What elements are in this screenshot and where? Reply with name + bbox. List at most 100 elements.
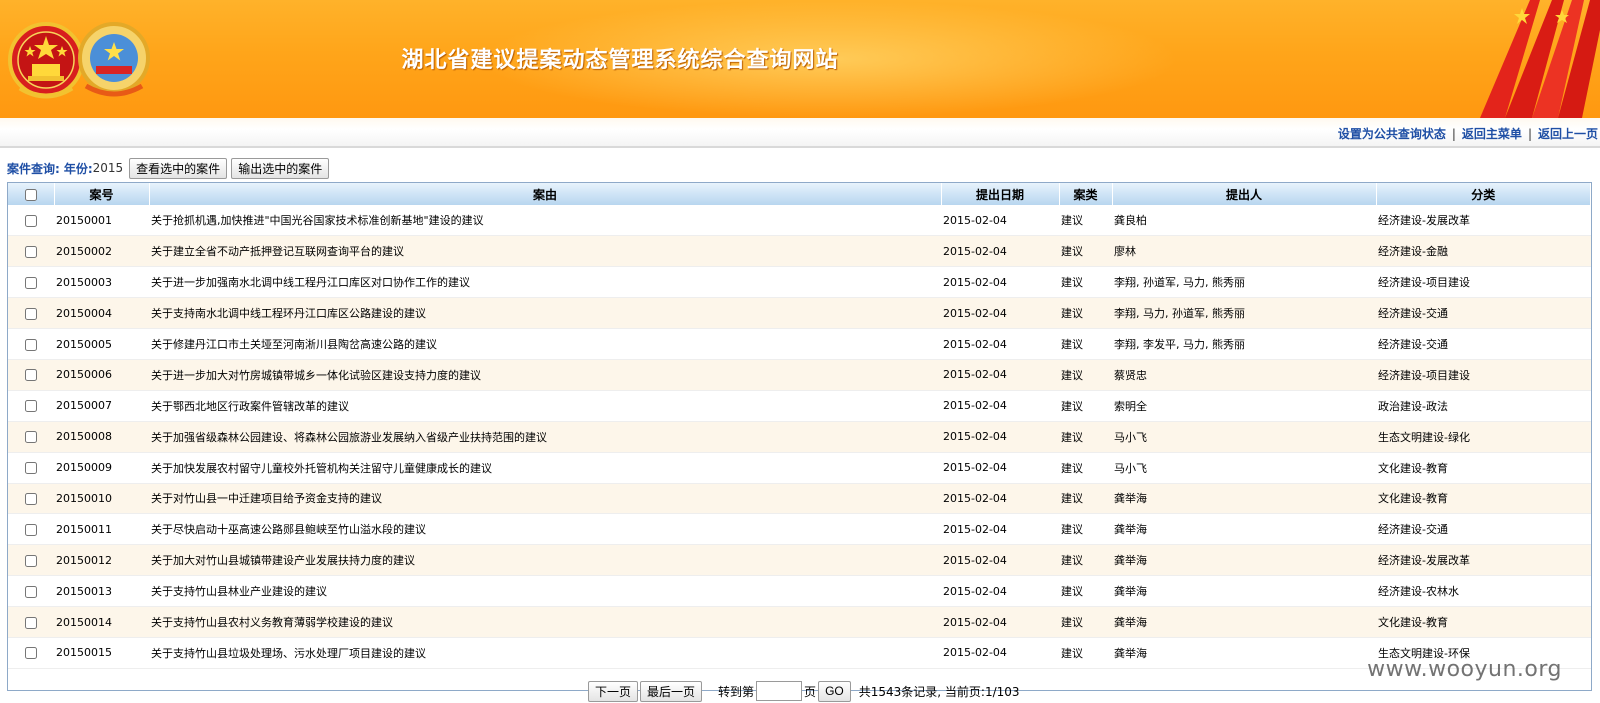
table-row[interactable]: 20150014 关于支持竹山县农村义务教育薄弱学校建设的建议 2015-02-04…	[8, 606, 1591, 638]
category-cell: 经济建设-发展改革	[1376, 205, 1591, 237]
row-select-checkbox[interactable]	[25, 647, 37, 660]
row-select-checkbox[interactable]	[25, 214, 37, 227]
back-to-previous-page-link[interactable]: 返回上一页	[1538, 127, 1598, 141]
row-select-checkbox[interactable]	[25, 338, 37, 351]
case-number-cell: 20150001	[54, 205, 149, 237]
column-header-date[interactable]: 提出日期	[941, 183, 1060, 205]
column-header-type[interactable]: 案类	[1059, 183, 1113, 205]
subject-cell[interactable]: 关于建立全省不动产抵押登记互联网查询平台的建议	[149, 235, 941, 268]
row-select-cell	[8, 205, 54, 237]
column-header-category[interactable]: 分类	[1376, 183, 1591, 205]
subject-cell[interactable]: 关于进一步加大对竹房城镇带城乡一体化试验区建设支持力度的建议	[149, 359, 941, 391]
set-public-query-link[interactable]: 设置为公共查询状态	[1338, 127, 1446, 141]
row-select-checkbox[interactable]	[25, 616, 37, 629]
table-row[interactable]: 20150006 关于进一步加大对竹房城镇带城乡一体化试验区建设支持力度的建议 20…	[8, 359, 1591, 391]
table-row[interactable]: 20150001 关于抢抓机遇,加快推进"中国光谷国家技术标准创新基地"建设的建议…	[8, 205, 1591, 237]
row-select-checkbox[interactable]	[25, 585, 37, 598]
subject-cell[interactable]: 关于加强省级森林公园建设、将森林公园旅游业发展纳入省级产业扶持范围的建议	[149, 421, 941, 453]
select-all-checkbox[interactable]	[24, 188, 37, 201]
row-select-checkbox[interactable]	[25, 431, 37, 444]
category-cell: 经济建设-交通	[1376, 513, 1591, 546]
last-page-button[interactable]: 最后一页	[640, 680, 703, 702]
table-row[interactable]: 20150007 关于鄂西北地区行政案件管辖改革的建议 2015-02-04 建议 索明…	[8, 390, 1591, 422]
subject-cell[interactable]: 关于支持竹山县林业产业建设的建议	[149, 575, 941, 608]
column-header-case-no[interactable]: 案号	[54, 183, 150, 205]
row-select-checkbox[interactable]	[25, 462, 37, 475]
date-cell: 2015-02-04	[941, 266, 1059, 299]
back-to-main-menu-link[interactable]: 返回主菜单	[1462, 127, 1522, 141]
row-select-cell	[8, 421, 54, 453]
site-banner: 湖北省建议提案动态管理系统综合查询网站	[0, 0, 1600, 118]
table-row[interactable]: 20150004 关于支持南水北调中线工程环丹江口库区公路建设的建议 2015-02…	[8, 297, 1591, 330]
proposer-cell: 龚举海	[1112, 483, 1376, 515]
table-body: 20150001 关于抢抓机遇,加快推进"中国光谷国家技术标准创新基地"建设的建议…	[8, 205, 1591, 691]
cases-table-container: 案号 案由 提出日期 案类 提出人 分类 20150001 关于抢抓机遇,加快推进…	[7, 182, 1592, 692]
column-header-proposer[interactable]: 提出人	[1112, 183, 1377, 205]
table-row[interactable]: 20150010 关于对竹山县一中迁建项目给予资金支持的建议 2015-02-04 建…	[8, 483, 1591, 515]
row-select-checkbox[interactable]	[25, 492, 37, 505]
table-row[interactable]: 20150015 关于支持竹山县垃圾处理场、污水处理厂项目建设的建议 2015-02…	[8, 637, 1591, 669]
row-select-checkbox[interactable]	[25, 523, 37, 536]
category-cell: 经济建设-交通	[1376, 297, 1591, 330]
row-select-checkbox[interactable]	[25, 400, 37, 413]
nav-separator: |	[1527, 127, 1532, 141]
proposer-cell: 龚举海	[1112, 575, 1376, 608]
subject-cell[interactable]: 关于支持竹山县农村义务教育薄弱学校建设的建议	[149, 606, 941, 638]
proposer-cell: 李翔, 马力, 孙道军, 熊秀丽	[1112, 297, 1376, 330]
go-button[interactable]: GO	[818, 680, 851, 702]
table-row[interactable]: 20150003 关于进一步加强南水北调中线工程丹江口库区对口协作工作的建议 201…	[8, 266, 1591, 299]
row-select-cell	[8, 575, 54, 608]
nav-separator: |	[1451, 127, 1456, 141]
row-select-cell	[8, 452, 54, 484]
case-number-cell: 20150011	[54, 513, 149, 546]
date-cell: 2015-02-04	[941, 637, 1059, 669]
goto-page-input[interactable]	[756, 681, 803, 701]
subject-cell[interactable]: 关于抢抓机遇,加快推进"中国光谷国家技术标准创新基地"建设的建议	[149, 205, 941, 237]
type-cell: 建议	[1059, 575, 1112, 608]
subject-cell[interactable]: 关于支持竹山县垃圾处理场、污水处理厂项目建设的建议	[149, 637, 941, 669]
empty-cell	[8, 668, 54, 691]
row-select-checkbox[interactable]	[25, 369, 37, 382]
query-toolbar: 案件查询: 年份: 2015 查看选中的案件 输出选中的案件	[7, 157, 333, 179]
subject-cell[interactable]: 关于对竹山县一中迁建项目给予资金支持的建议	[149, 483, 941, 515]
export-selected-cases-button[interactable]: 输出选中的案件	[231, 157, 330, 179]
subject-cell[interactable]: 关于进一步加强南水北调中线工程丹江口库区对口协作工作的建议	[149, 266, 941, 299]
subject-cell[interactable]: 关于加快发展农村留守儿童校外托管机构关注留守儿童健康成长的建议	[149, 452, 941, 484]
table-row[interactable]: 20150011 关于尽快启动十巫高速公路郧县鲍峡至竹山溢水段的建议 2015-02…	[8, 513, 1591, 546]
column-header-subject[interactable]: 案由	[149, 183, 942, 205]
table-row[interactable]: 20150005 关于修建丹江口市土关垭至河南淅川县陶岔高速公路的建议 2015-0…	[8, 328, 1591, 360]
view-selected-cases-button[interactable]: 查看选中的案件	[129, 157, 228, 179]
case-number-cell: 20150010	[54, 483, 149, 515]
category-cell: 经济建设-项目建设	[1376, 266, 1591, 299]
row-select-checkbox[interactable]	[25, 276, 37, 289]
table-row[interactable]: 20150013 关于支持竹山县林业产业建设的建议 2015-02-04 建议 龚举海经…	[8, 575, 1591, 608]
row-select-checkbox[interactable]	[25, 554, 37, 567]
row-select-cell	[8, 297, 54, 330]
table-row[interactable]: 20150008 关于加强省级森林公园建设、将森林公园旅游业发展纳入省级产业扶持范…	[8, 421, 1591, 453]
subject-cell[interactable]: 关于加大对竹山县城镇带建设产业发展扶持力度的建议	[149, 544, 941, 577]
case-number-cell: 20150004	[54, 297, 149, 330]
subject-cell[interactable]: 关于鄂西北地区行政案件管辖改革的建议	[149, 390, 941, 422]
table-row[interactable]: 20150009 关于加快发展农村留守儿童校外托管机构关注留守儿童健康成长的建议 2…	[8, 452, 1591, 484]
case-number-cell: 20150007	[54, 390, 149, 422]
subject-cell[interactable]: 关于尽快启动十巫高速公路郧县鲍峡至竹山溢水段的建议	[149, 513, 941, 546]
row-select-cell	[8, 606, 54, 638]
table-row[interactable]: 20150012 关于加大对竹山县城镇带建设产业发展扶持力度的建议 2015-02-…	[8, 544, 1591, 577]
date-cell: 2015-02-04	[941, 421, 1059, 453]
table-row[interactable]: 20150002 关于建立全省不动产抵押登记互联网查询平台的建议 2015-02-0…	[8, 235, 1591, 268]
row-select-checkbox[interactable]	[25, 307, 37, 320]
type-cell: 建议	[1059, 452, 1112, 484]
category-cell: 生态文明建设-绿化	[1376, 421, 1591, 453]
next-page-button[interactable]: 下一页	[588, 680, 639, 702]
category-cell: 经济建设-交通	[1376, 328, 1591, 360]
row-select-checkbox[interactable]	[25, 245, 37, 258]
subject-cell[interactable]: 关于修建丹江口市土关垭至河南淅川县陶岔高速公路的建议	[149, 328, 941, 360]
proposer-cell: 廖林	[1112, 235, 1376, 268]
subject-cell[interactable]: 关于支持南水北调中线工程环丹江口库区公路建设的建议	[149, 297, 941, 330]
watermark: www.wooyun.org	[1367, 657, 1562, 682]
category-cell: 文化建设-教育	[1376, 606, 1591, 638]
top-navigation: 设置为公共查询状态 | 返回主菜单 | 返回上一页	[1338, 125, 1598, 142]
case-query-label: 案件查询:	[7, 161, 60, 176]
proposer-cell: 李翔, 孙道军, 马力, 熊秀丽	[1112, 266, 1376, 299]
type-cell: 建议	[1059, 297, 1112, 330]
